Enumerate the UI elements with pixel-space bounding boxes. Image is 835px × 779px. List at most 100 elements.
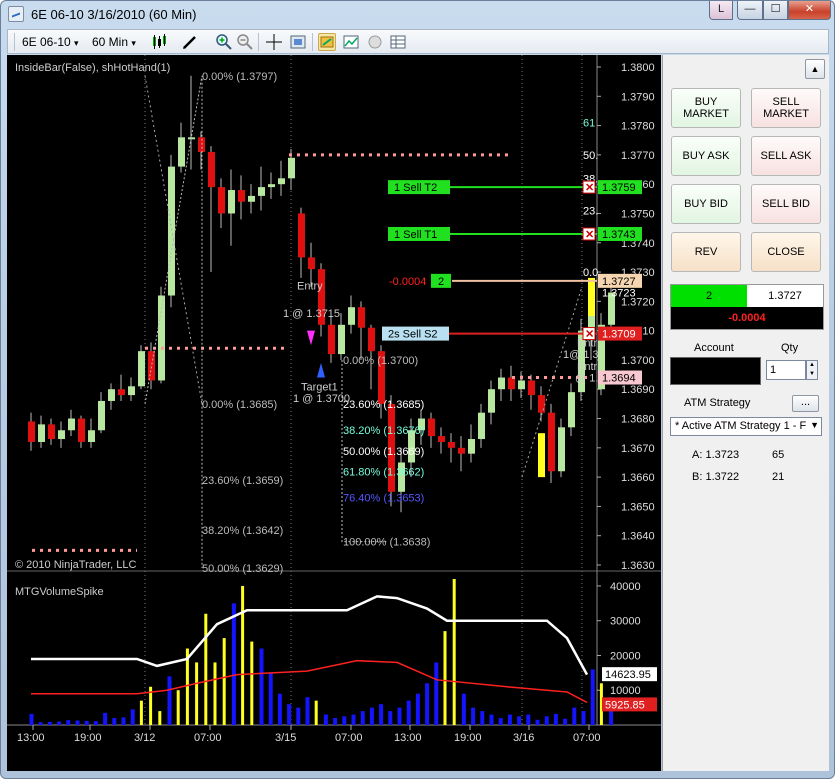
volume-ema-line [31, 659, 588, 704]
chart-trader-icon[interactable] [318, 33, 336, 51]
volume-bar [489, 714, 494, 725]
target-price-label: 1 @ 1.3700 [293, 393, 350, 405]
volume-bar [268, 672, 273, 725]
zoom-in-icon[interactable] [215, 33, 233, 51]
volume-bar [351, 714, 356, 725]
instrument-selector[interactable]: 6E 06-10 ▾ [22, 33, 79, 51]
candle-body [128, 386, 135, 396]
price-axis-label: 1.3770 [621, 150, 655, 162]
volume-bar [103, 712, 108, 725]
minimize-button[interactable]: — [737, 1, 763, 20]
price-axis-label: 1.3750 [621, 208, 655, 220]
fib-level-label: 23.60% (1.3685) [343, 399, 424, 411]
volume-bar [406, 700, 411, 725]
order-price-label: 1.3759 [602, 182, 636, 194]
chart-canvas[interactable]: 1.38001.37901.37801.37701.37601.37501.37… [7, 55, 661, 771]
volume-bar [480, 711, 485, 725]
fib-level-label: 50.00% (1.3669) [343, 446, 424, 458]
cancel-order-icon: ✕ [585, 229, 594, 241]
strategy-icon[interactable] [366, 33, 384, 51]
volume-bar [342, 716, 347, 725]
buy-market-button[interactable]: BUY MARKET [671, 88, 741, 128]
volume-bar [434, 662, 439, 725]
order-price-label: 1.3709 [602, 329, 636, 341]
price-axis-label: 1.3800 [621, 62, 655, 74]
volume-bar [360, 711, 365, 725]
candle-body [478, 412, 485, 440]
volume-bar [572, 707, 577, 725]
candlestick-style-icon[interactable] [150, 33, 168, 51]
fib-level-label: 100.00% (1.3638) [343, 537, 430, 549]
candle-body [498, 377, 505, 390]
candle-body [108, 389, 115, 401]
zoom-out-icon[interactable] [236, 33, 254, 51]
buy-ask-button[interactable]: BUY ASK [671, 136, 741, 176]
fib-level-label: 0.00% (1.3700) [343, 355, 418, 367]
volume-spike-bar [452, 579, 456, 725]
candle-body [208, 151, 215, 188]
position-avg-price: 1.3727 [747, 285, 823, 307]
volume-bar [29, 713, 34, 725]
fib-level-label: 38.20% (1.3642) [202, 525, 283, 537]
position-quantity: 2 [671, 285, 747, 307]
volume-bar [333, 718, 338, 725]
candle-body [68, 418, 75, 431]
atm-strategy-edit-button[interactable]: ... [792, 395, 819, 412]
level-b-size: 21 [772, 471, 785, 483]
dotted-level-price-label: 1.3694 [602, 373, 636, 385]
interval-selector[interactable]: 60 Min ▾ [92, 33, 136, 51]
volume-axis-label: 30000 [610, 616, 641, 628]
toolbar-grip [14, 33, 15, 51]
sell-market-button[interactable]: SELL MARKET [751, 88, 821, 128]
quantity-input[interactable]: 1 [766, 360, 806, 380]
reverse-button[interactable]: REV [671, 232, 741, 272]
title-bar[interactable]: 6E 06-10 3/16/2010 (60 Min) L — ☐ ✕ [1, 1, 834, 29]
candle-body [268, 184, 275, 188]
atm-strategy-select[interactable]: * Active ATM Strategy 1 - F ▼ [670, 417, 822, 436]
properties-icon[interactable] [289, 33, 307, 51]
candle-body [118, 389, 125, 396]
buy-bid-button[interactable]: BUY BID [671, 184, 741, 224]
atm-strategy-label: ATM Strategy [684, 397, 751, 409]
volume-ema-value: 5925.85 [605, 699, 645, 711]
volume-bar [535, 719, 540, 725]
price-chart[interactable]: 1.38001.37901.37801.37701.37601.37501.37… [7, 55, 661, 771]
sell-market-label: SELL MARKET [763, 96, 809, 120]
maximize-button[interactable]: ☐ [763, 1, 788, 20]
sell-ask-button[interactable]: SELL ASK [751, 136, 821, 176]
panel-collapse-button[interactable]: ▲ [805, 59, 825, 79]
volume-bar [563, 718, 568, 725]
interval-label: 60 Min [92, 35, 129, 49]
volume-average-value: 14623.95 [605, 669, 651, 681]
close-button[interactable]: ✕ [788, 1, 831, 20]
link-button[interactable]: L [709, 1, 733, 20]
volume-bar [517, 716, 522, 725]
volume-bar [397, 707, 402, 725]
volume-bar [581, 711, 586, 725]
quantity-stepper[interactable]: ▲ ▼ [806, 360, 818, 380]
candle-body [328, 324, 335, 355]
indicators-icon[interactable] [342, 33, 360, 51]
fib-level-label: 61 [583, 118, 595, 130]
crosshair-icon[interactable] [265, 33, 283, 51]
time-axis-label: 07:00 [335, 732, 363, 744]
volume-bar [112, 718, 117, 725]
chart-app-icon [8, 6, 24, 22]
account-selector[interactable] [670, 357, 761, 385]
volume-bar [305, 697, 310, 725]
chart-toolbar: 6E 06-10 ▾ 60 Min ▾ [7, 29, 829, 54]
fib-level-label: 61.80% (1.3662) [343, 466, 424, 478]
data-box-icon[interactable] [389, 33, 407, 51]
candle-body [248, 195, 255, 202]
instrument-label: 6E 06-10 [22, 35, 71, 49]
time-axis-label: 13:00 [17, 732, 45, 744]
volume-spike-bar [314, 700, 318, 725]
volume-axis-label: 10000 [610, 685, 641, 697]
entry-price-label: 1 @ 1.3715 [283, 308, 340, 320]
draw-pencil-icon[interactable] [181, 33, 199, 51]
time-axis-label: 19:00 [454, 732, 482, 744]
close-position-button[interactable]: CLOSE [751, 232, 821, 272]
candle-body [88, 430, 95, 442]
chart-window: 6E 06-10 3/16/2010 (60 Min) L — ☐ ✕ 6E 0… [0, 0, 835, 779]
sell-bid-button[interactable]: SELL BID [751, 184, 821, 224]
